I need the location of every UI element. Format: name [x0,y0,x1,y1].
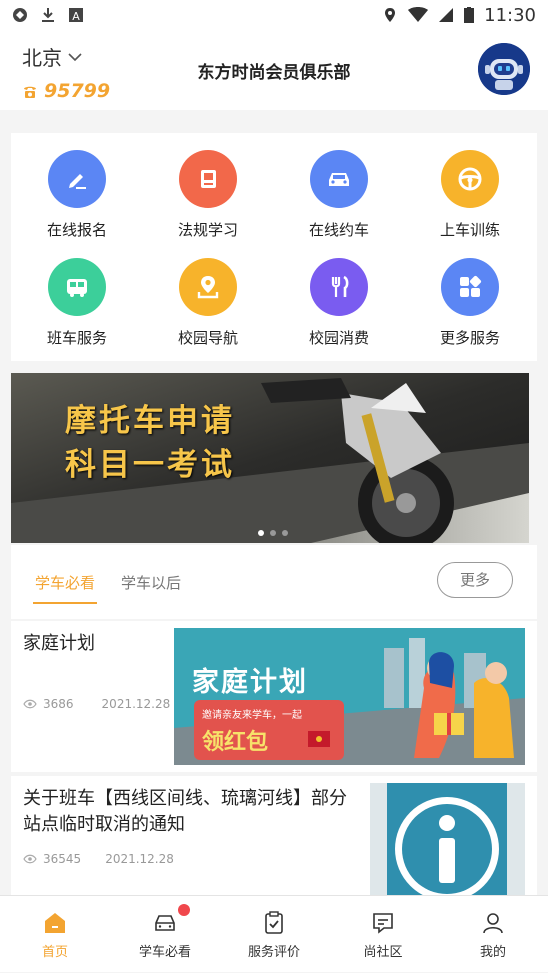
chat-icon [373,913,393,934]
service-campus-navigation[interactable]: 校园导航 [148,258,268,348]
service-grid: 在线报名 法规学习 在线约车 上车训练 班车服务 校园导航 校园消费 更多服务 [11,133,537,361]
app-a-icon: A [69,8,83,23]
service-label: 在线报名 [46,221,107,239]
more-button[interactable]: 更多 [437,562,513,598]
tabbar-label: 我的 [479,945,506,960]
notification-badge [178,904,190,916]
red-envelope-icon [308,731,330,747]
phone-hotline[interactable]: 95799 [22,80,110,102]
service-regulation-study[interactable]: 法规学习 [148,150,268,240]
page-title: 东方时尚会员俱乐部 [197,63,351,83]
banner-pagination [258,530,288,536]
book-icon [201,170,216,188]
user-icon [483,913,503,934]
map-pin-icon [197,276,219,299]
service-online-signup[interactable]: 在线报名 [17,150,137,240]
promo-banner[interactable]: 摩托车申请 科目一考试 [11,373,529,543]
news-meta: 3686 2021.12.28 [23,697,170,711]
service-campus-dining[interactable]: 校园消费 [279,258,399,348]
phone-icon [24,86,36,98]
tabbar-home[interactable]: 首页 [0,896,110,973]
svg-text:A: A [72,10,80,23]
eye-icon [23,699,37,709]
service-label: 校园消费 [308,329,369,347]
bottom-tab-bar: 首页 学车必看 服务评价 尚社区 我的 [0,895,548,972]
status-time: 11:30 [484,4,536,26]
service-icon-circle [48,150,106,208]
thumbnail-subtitle: 邀请亲友来学车，一起 [202,710,302,721]
service-icon-circle [179,258,237,316]
service-icon-circle [48,258,106,316]
robot-icon [478,43,530,95]
phone-number: 95799 [44,80,111,102]
robot-assistant-avatar[interactable] [478,43,530,95]
service-label: 班车服务 [46,329,107,347]
eye-icon [23,854,37,864]
battery-icon [464,7,475,23]
tabbar-community[interactable]: 尚社区 [328,896,438,973]
service-driving-training[interactable]: 上车训练 [410,150,530,240]
banner-dot [258,530,264,536]
service-label: 在线约车 [308,221,369,239]
app-notification-icon [13,8,27,22]
tabbar-profile[interactable]: 我的 [438,896,548,973]
service-more[interactable]: 更多服务 [410,258,530,348]
status-bar: A 11:30 [0,0,548,30]
news-date: 2021.12.28 [101,697,171,711]
service-icon-circle [441,258,499,316]
news-title: 家庭计划 [23,633,95,654]
news-item[interactable]: 关于班车【西线区间线、琉璃河线】部分站点临时取消的通知 36545 2021.1… [11,776,537,895]
service-shuttle-bus[interactable]: 班车服务 [17,258,137,348]
service-label: 法规学习 [177,221,238,239]
tabbar-label: 服务评价 [247,945,300,960]
banner-line-2: 科目一考试 [65,447,235,483]
tabbar-must-read[interactable]: 学车必看 [110,896,220,973]
cutlery-icon [331,275,349,297]
tab-must-read[interactable]: 学车必看 [35,572,95,593]
service-icon-circle [310,150,368,208]
tabbar-label: 首页 [41,945,68,960]
service-icon-circle [310,258,368,316]
tabbar-label: 尚社区 [363,945,403,960]
article-tabs: 学车必看 学车以后 更多 [11,545,537,619]
thumbnail-headline: 家庭计划 [192,667,308,698]
active-tab-indicator [33,602,97,604]
download-icon [42,8,54,22]
app-header: 北京 95799 东方时尚会员俱乐部 [0,30,548,110]
news-date: 2021.12.28 [105,852,174,866]
news-title: 关于班车【西线区间线、琉璃河线】部分站点临时取消的通知 [23,788,347,835]
home-icon [45,913,65,933]
tabbar-service-review[interactable]: 服务评价 [219,896,329,973]
service-label: 更多服务 [439,329,500,347]
tab-after-learning[interactable]: 学车以后 [121,572,181,593]
info-icon [387,783,507,895]
edit-icon [69,174,86,189]
news-meta: 36545 2021.12.28 [23,852,174,866]
news-views: 3686 [43,697,74,711]
service-label: 校园导航 [177,329,238,347]
service-label: 上车训练 [439,221,500,239]
grid-icon [460,275,482,297]
car-icon [329,173,349,186]
news-thumbnail: 家庭计划 邀请亲友来学车，一起 领红包 [174,628,525,765]
car-icon [155,915,175,931]
banner-dot [270,530,276,536]
news-thumbnail [370,783,525,895]
news-views: 36545 [43,852,82,866]
thumbnail-cta: 领红包 [202,730,269,755]
service-book-car[interactable]: 在线约车 [279,150,399,240]
wifi-icon [408,7,429,22]
clipboard-check-icon [265,911,283,934]
news-item[interactable]: 家庭计划 3686 2021.12.28 家庭计划 邀请亲友来学车，一起 领红包 [11,621,537,772]
location-icon [385,8,396,22]
thumbnail-cta-panel: 邀请亲友来学车，一起 领红包 [194,700,344,760]
banner-dot [282,530,288,536]
banner-line-1: 摩托车申请 [65,403,235,439]
service-icon-circle [441,150,499,208]
bus-icon [67,279,87,297]
service-icon-circle [179,150,237,208]
signal-icon [439,8,454,22]
steering-wheel-icon [458,167,482,191]
tabbar-label: 学车必看 [138,945,191,960]
